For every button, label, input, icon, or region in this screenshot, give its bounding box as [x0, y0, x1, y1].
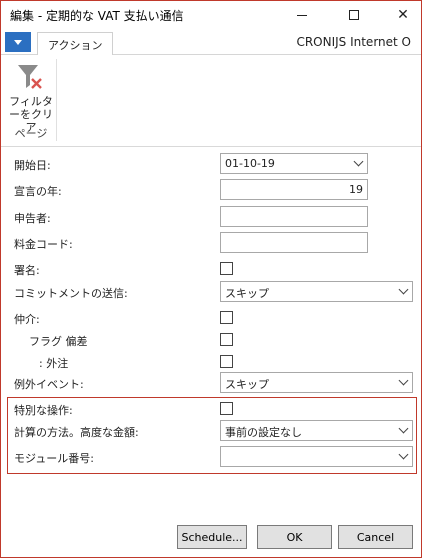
highlight-box	[7, 397, 417, 474]
clear-filter-label-line1: フィルタ	[9, 95, 53, 108]
row-exception-event: 例外イベント: スキップ	[1, 372, 421, 394]
declaration-year-label: 宣言の年:	[14, 185, 62, 198]
fee-code-label: 料金コード:	[14, 238, 73, 251]
ribbon-group-label: ページ	[14, 127, 48, 140]
company-name: CRONIJS Internet O	[296, 35, 411, 49]
close-button[interactable]: ✕	[386, 1, 420, 29]
ribbon-tab-row: アクション CRONIJS Internet O	[1, 29, 421, 56]
tab-actions[interactable]: アクション	[37, 32, 114, 56]
row-fee-code: 料金コード:	[1, 232, 421, 254]
commitment-send-select[interactable]: スキップ	[220, 281, 413, 302]
cancel-button[interactable]: Cancel	[338, 525, 413, 549]
close-icon: ✕	[397, 7, 409, 23]
exception-event-select[interactable]: スキップ	[220, 372, 413, 393]
chevron-down-icon	[398, 375, 409, 386]
start-date-field[interactable]: 01-10-19	[220, 153, 368, 174]
maximize-icon	[349, 10, 359, 20]
flag-deviation-label: フラグ 偏差	[29, 335, 88, 348]
minimize-button[interactable]	[285, 1, 319, 29]
ok-button[interactable]: OK	[257, 525, 332, 549]
dialog-window: 編集 - 定期的な VAT 支払い通信 ✕ アクション CRONIJS Inte…	[0, 0, 422, 558]
app-menu-button[interactable]	[5, 32, 31, 52]
schedule-button[interactable]: Schedule...	[177, 525, 247, 549]
intermediary-checkbox[interactable]	[220, 311, 233, 324]
ribbon-group-page: フィルタ ーをクリア ページ	[5, 59, 57, 141]
signature-label: 署名:	[14, 264, 40, 277]
start-date-value: 01-10-19	[225, 157, 275, 170]
ribbon: フィルタ ーをクリア ページ	[1, 55, 421, 147]
row-commitment-send: コミットメントの送信: スキップ	[1, 281, 421, 303]
dropdown-triangle-icon	[14, 39, 22, 45]
flag-deviation-checkbox[interactable]	[220, 333, 233, 346]
maximize-button[interactable]	[337, 1, 371, 29]
exception-event-label: 例外イベント:	[14, 378, 84, 391]
declaration-year-input[interactable]: 19	[220, 179, 368, 200]
declarant-label: 申告者:	[14, 212, 51, 225]
row-outsourcing: : 外注	[1, 351, 421, 373]
exception-event-value: スキップ	[225, 378, 269, 391]
row-declarant: 申告者:	[1, 206, 421, 228]
row-start-date: 開始日: 01-10-19	[1, 153, 421, 175]
intermediary-label: 仲介:	[14, 313, 40, 326]
clear-filter-button[interactable]: フィルタ ーをクリア	[7, 59, 55, 134]
row-intermediary: 仲介:	[1, 307, 421, 329]
row-flag-deviation: フラグ 偏差	[1, 329, 421, 351]
row-signature: 署名:	[1, 258, 421, 280]
outsourcing-label: : 外注	[39, 357, 69, 370]
dialog-footer: Schedule... OK Cancel	[1, 521, 421, 555]
minimize-icon	[297, 14, 307, 16]
outsourcing-checkbox[interactable]	[220, 355, 233, 368]
commitment-send-label: コミットメントの送信:	[14, 287, 128, 300]
title-bar: 編集 - 定期的な VAT 支払い通信 ✕	[1, 1, 421, 29]
fee-code-input[interactable]	[220, 232, 368, 253]
row-declaration-year: 宣言の年: 19	[1, 179, 421, 201]
start-date-label: 開始日:	[14, 159, 51, 172]
chevron-down-icon	[353, 156, 364, 167]
declarant-input[interactable]	[220, 206, 368, 227]
commitment-send-value: スキップ	[225, 287, 269, 300]
window-title: 編集 - 定期的な VAT 支払い通信	[10, 9, 184, 23]
chevron-down-icon	[398, 284, 409, 295]
clear-filter-icon	[18, 65, 42, 89]
signature-checkbox[interactable]	[220, 262, 233, 275]
